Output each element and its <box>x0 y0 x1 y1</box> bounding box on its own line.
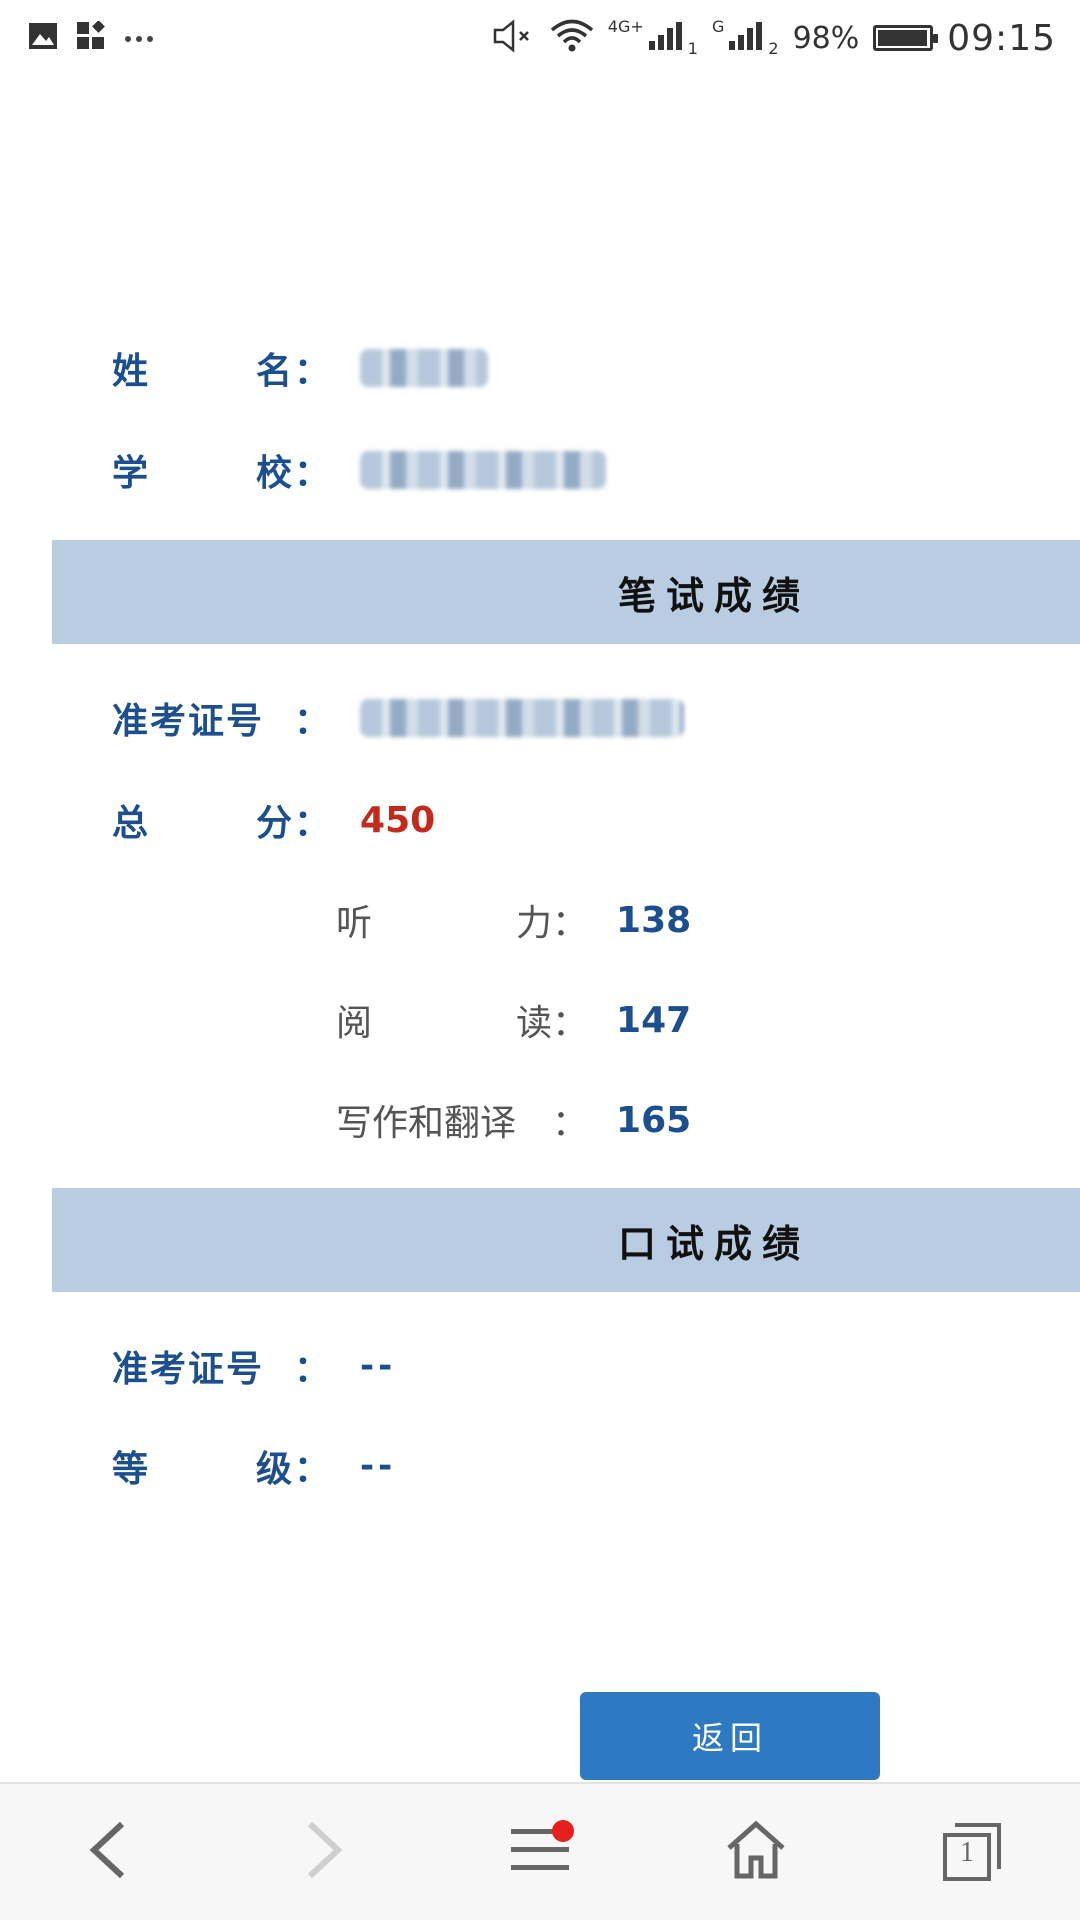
grade-value: -- <box>360 1446 397 1486</box>
total-label: 总分 <box>112 803 294 844</box>
clock: 09:15 <box>947 17 1056 59</box>
school-value-redacted <box>360 451 607 489</box>
listening-label: 听力 <box>336 903 552 944</box>
oral-section-header: 口试成绩 <box>52 1188 1080 1292</box>
sim1-index: 1 <box>687 38 698 58</box>
oral-ticket-label: 准考证号 <box>112 1349 265 1390</box>
reading-score: 147 <box>616 999 692 1041</box>
name-label: 姓名 <box>112 351 294 392</box>
listening-score: 138 <box>616 899 692 941</box>
section-title: 笔试成绩 <box>618 573 811 618</box>
writing-label: 写作和翻译 <box>336 1103 517 1144</box>
browser-back-button[interactable] <box>48 1792 168 1912</box>
browser-toolbar: 1 <box>0 1782 1080 1920</box>
signal-icon <box>728 21 764 55</box>
total-score-row: 总分 ： 450 <box>112 790 435 850</box>
grade-row: 等级 ： -- <box>112 1436 396 1496</box>
grade-label: 等级 <box>112 1449 294 1490</box>
wifi-icon <box>550 19 594 57</box>
school-label: 学校 <box>112 453 294 494</box>
browser-menu-button[interactable] <box>480 1792 600 1912</box>
network-type-2: G <box>711 16 725 36</box>
total-score: 450 <box>360 799 436 841</box>
battery-icon <box>873 25 939 51</box>
battery-percent: 98% <box>792 20 860 56</box>
browser-home-button[interactable] <box>696 1792 816 1912</box>
tabs-icon: 1 <box>941 1821 1003 1883</box>
ticket-value-redacted <box>360 699 685 737</box>
back-arrow-icon <box>86 1820 130 1884</box>
oral-ticket-value: -- <box>360 1346 397 1386</box>
reading-row: 阅读 ： 147 <box>336 990 691 1050</box>
writing-score: 165 <box>616 1099 692 1141</box>
back-button[interactable]: 返回 <box>580 1692 880 1780</box>
mute-icon <box>492 19 536 57</box>
name-row: 姓名 ： <box>112 338 489 398</box>
browser-forward-button[interactable] <box>264 1792 384 1912</box>
tab-count: 1 <box>960 1837 974 1868</box>
reading-label: 阅读 <box>336 1003 552 1044</box>
writing-row: 写作和翻译 ： 165 <box>336 1090 691 1150</box>
written-section-header: 笔试成绩 <box>52 540 1080 644</box>
written-ticket-row: 准考证号 ： <box>112 688 685 748</box>
more-icon <box>124 29 154 48</box>
status-bar: 4G+ 1 G 2 98% 09:15 <box>0 0 1080 76</box>
notification-dot <box>552 1820 574 1842</box>
oral-ticket-row: 准考证号 ： -- <box>112 1336 396 1396</box>
sim2-index: 2 <box>768 38 779 58</box>
school-row: 学校 ： <box>112 440 607 500</box>
apps-icon <box>76 20 106 55</box>
browser-tabs-button[interactable]: 1 <box>912 1792 1032 1912</box>
ticket-label: 准考证号 <box>112 701 265 742</box>
network-type: 4G+ <box>607 16 644 36</box>
listening-row: 听力 ： 138 <box>336 890 691 950</box>
name-value-redacted <box>360 349 489 387</box>
section-title: 口试成绩 <box>618 1221 811 1266</box>
forward-arrow-icon <box>302 1820 346 1884</box>
home-icon <box>725 1820 787 1884</box>
image-icon <box>28 22 58 54</box>
signal-icon <box>648 21 684 55</box>
